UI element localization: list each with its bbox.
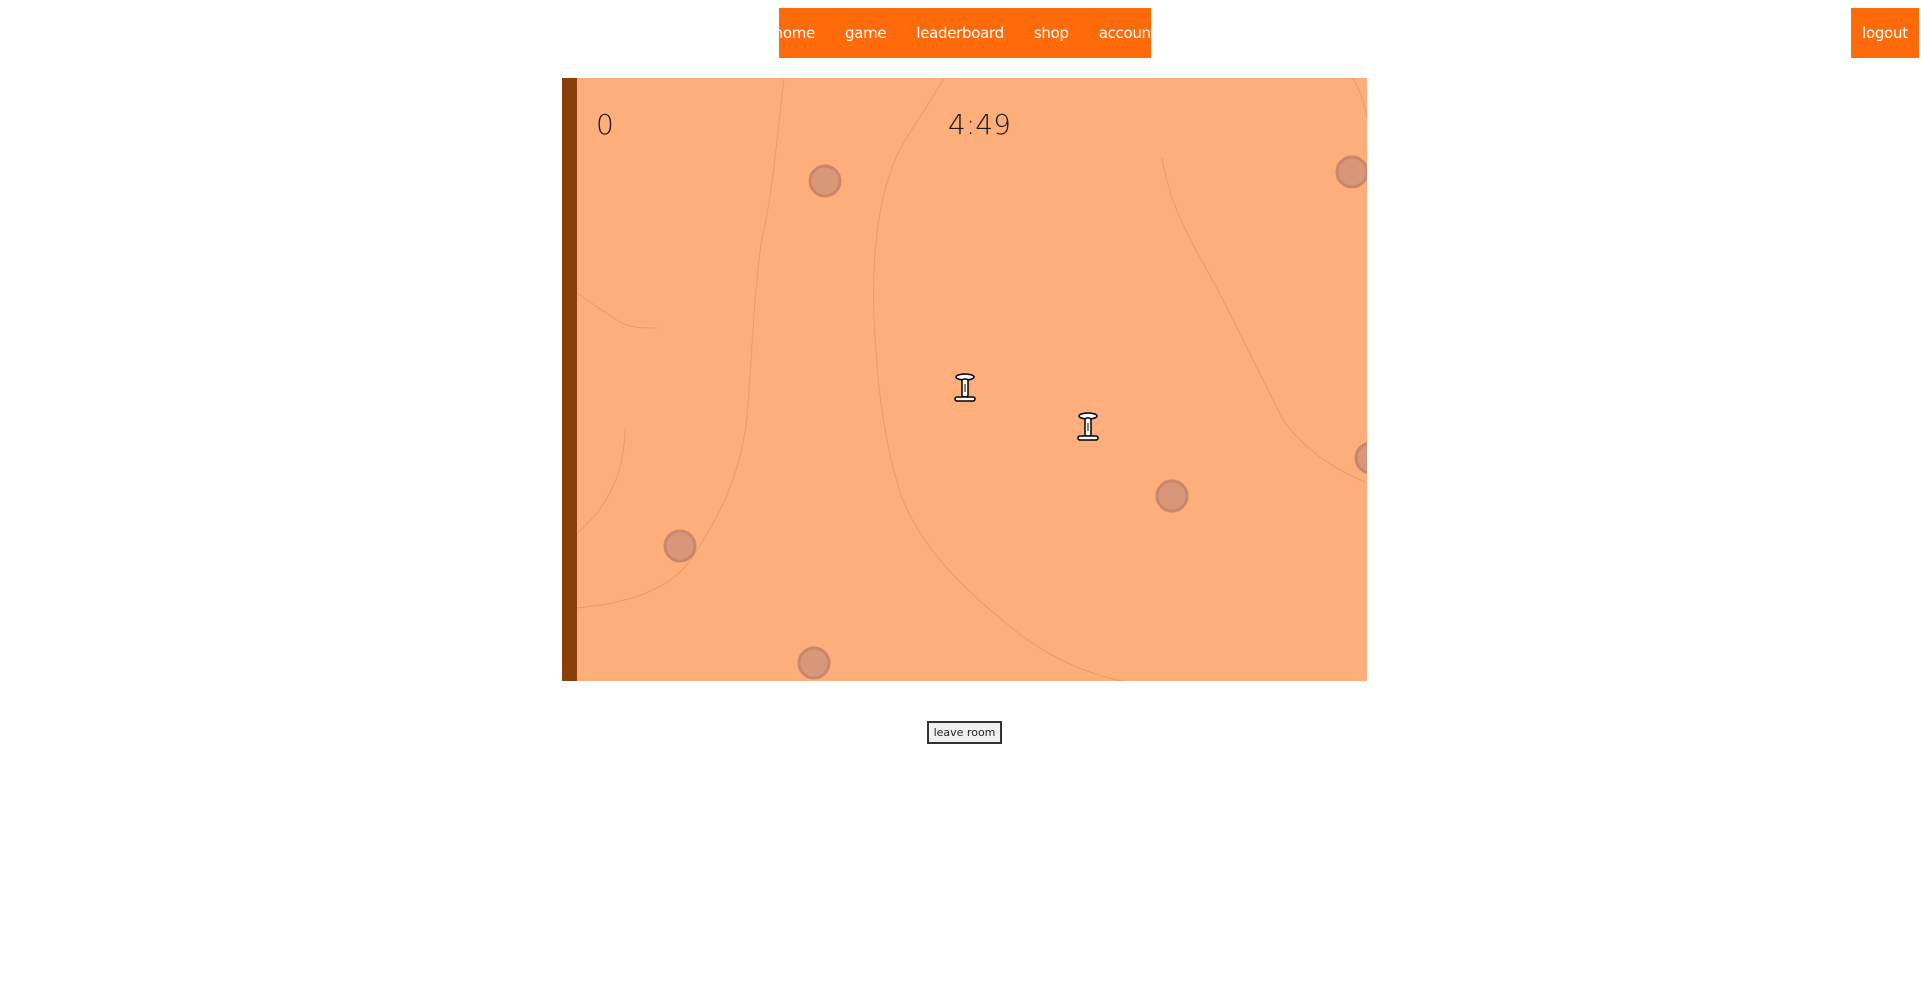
left-wall (562, 78, 577, 681)
score-display: 0 (596, 108, 614, 141)
rock (1155, 479, 1189, 513)
main-nav: home game leaderboard shop account (774, 8, 1157, 58)
rock (808, 164, 842, 198)
timer-display: 4:49 (948, 108, 1011, 141)
rock (663, 529, 697, 563)
nav-leaderboard[interactable]: leaderboard (901, 8, 1019, 58)
leave-room-button[interactable]: leave room (927, 721, 1002, 744)
nav-shop[interactable]: shop (1019, 8, 1084, 58)
nav-home[interactable]: home (759, 8, 830, 58)
game-board[interactable]: 0 4:49 (562, 78, 1367, 681)
nav-account[interactable]: account (1084, 8, 1172, 58)
logout-button[interactable]: logout (1851, 8, 1919, 58)
rock (1335, 155, 1367, 189)
rock (797, 646, 831, 680)
nav-game[interactable]: game (830, 8, 901, 58)
game-field[interactable] (562, 78, 1367, 681)
